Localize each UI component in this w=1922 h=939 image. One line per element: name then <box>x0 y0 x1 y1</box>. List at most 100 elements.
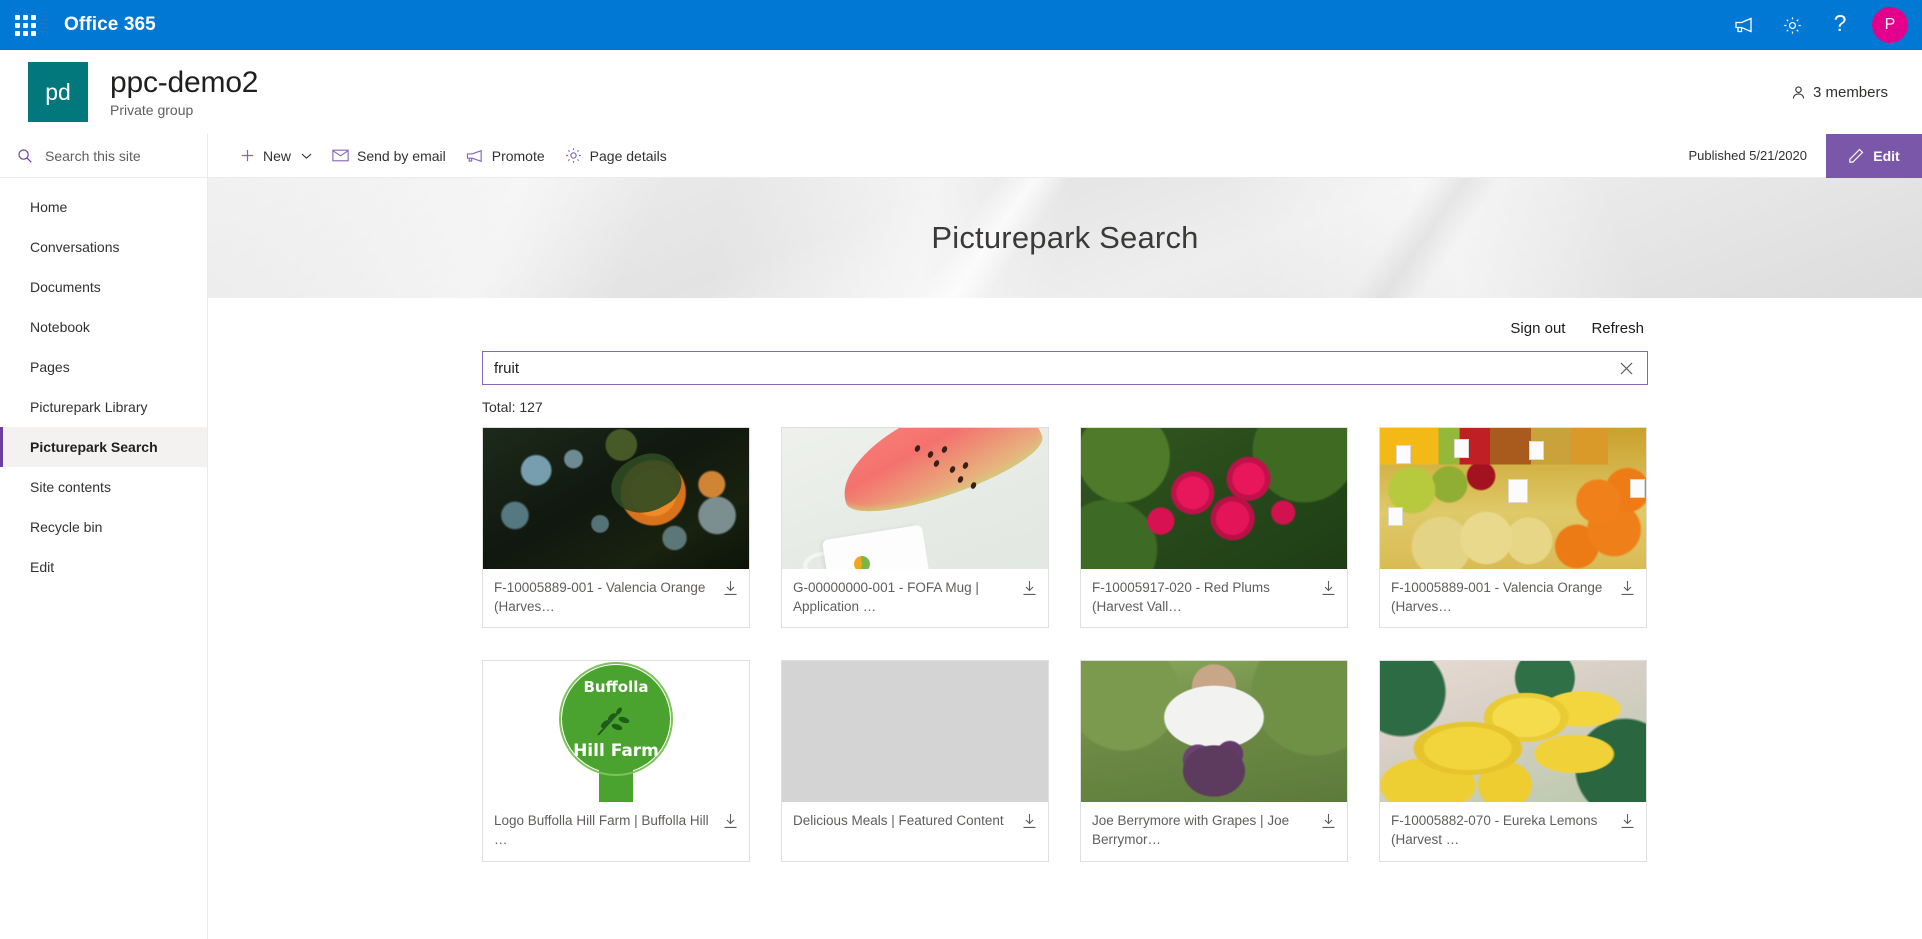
search-icon <box>18 148 32 163</box>
send-by-email-button[interactable]: Send by email <box>322 134 456 178</box>
download-icon[interactable] <box>723 813 740 831</box>
nav-label: Pages <box>30 359 70 375</box>
result-card[interactable]: Delicious Meals | Featured Content <box>781 660 1049 862</box>
result-caption-row: F-10005889-001 - Valencia Orange (Harves… <box>1380 569 1646 627</box>
result-thumbnail <box>483 428 749 569</box>
content-column: New Send by email Promote Page details P… <box>208 133 1922 939</box>
search-input[interactable] <box>482 351 1648 385</box>
nav-label: Edit <box>30 559 55 575</box>
result-caption-row: Joe Berrymore with Grapes | Joe Berrymor… <box>1081 802 1347 860</box>
webpart-toplinks: Sign out Refresh <box>482 320 1648 337</box>
hero-title: Picturepark Search <box>931 220 1199 255</box>
nav-label: Site contents <box>30 479 111 495</box>
sidebar-item-edit[interactable]: Edit <box>0 547 207 587</box>
sidebar-item-pages[interactable]: Pages <box>0 347 207 387</box>
result-caption-row: F-10005917-020 - Red Plums (Harvest Vall… <box>1081 569 1347 627</box>
help-icon[interactable]: ? <box>1816 0 1864 50</box>
suite-brand-label[interactable]: Office 365 <box>56 10 164 40</box>
page-title[interactable]: ppc-demo2 <box>110 66 258 100</box>
pencil-icon <box>1849 148 1864 163</box>
sidebar-item-home[interactable]: Home <box>0 187 207 227</box>
edit-label: Edit <box>1873 147 1900 164</box>
published-status: Published 5/21/2020 <box>1688 148 1807 163</box>
result-caption-row: G-00000000-001 - FOFA Mug | Application … <box>782 569 1048 627</box>
download-icon[interactable] <box>1321 813 1338 831</box>
result-thumbnail <box>782 428 1048 569</box>
left-navigation: Search this site Home Conversations Docu… <box>0 134 208 939</box>
refresh-link[interactable]: Refresh <box>1591 320 1644 337</box>
send-by-email-label: Send by email <box>357 147 446 164</box>
page-details-button[interactable]: Page details <box>555 134 677 178</box>
plus-icon <box>241 149 254 162</box>
office-suite-bar: Office 365 ? P <box>0 0 1922 50</box>
download-icon[interactable] <box>1321 580 1338 598</box>
nav-label: Documents <box>30 279 101 295</box>
sidebar-item-site-contents[interactable]: Site contents <box>0 467 207 507</box>
search-row <box>482 351 1648 385</box>
result-card[interactable]: F-10005889-001 - Valencia Orange (Harves… <box>482 427 750 629</box>
nav-item-list: Home Conversations Documents Notebook Pa… <box>0 178 207 587</box>
app-launcher-icon[interactable] <box>0 0 50 50</box>
command-bar-right: Published 5/21/2020 Edit <box>1688 133 1922 178</box>
site-search-input[interactable]: Search this site <box>0 134 207 178</box>
suite-bar-actions: ? P <box>1720 0 1922 50</box>
download-icon[interactable] <box>723 580 740 598</box>
new-button[interactable]: New <box>230 134 322 178</box>
sidebar-item-picturepark-library[interactable]: Picturepark Library <box>0 387 207 427</box>
gear-icon[interactable] <box>1768 0 1816 50</box>
sidebar-item-documents[interactable]: Documents <box>0 267 207 307</box>
result-card[interactable]: G-00000000-001 - FOFA Mug | Application … <box>781 427 1049 629</box>
site-search-placeholder: Search this site <box>45 147 141 164</box>
site-logo[interactable]: pd <box>28 62 88 122</box>
result-card[interactable]: Buffolla Hill Farm Logo Buffolla Hill Fa… <box>482 660 750 862</box>
mug-shape <box>822 524 934 569</box>
new-label: New <box>263 147 292 164</box>
avatar[interactable]: P <box>1872 7 1908 43</box>
results-total-label: Total: 127 <box>482 399 543 415</box>
result-caption-row: F-10005889-001 - Valencia Orange (Harves… <box>483 569 749 627</box>
download-icon[interactable] <box>1620 813 1637 831</box>
sign-out-link[interactable]: Sign out <box>1510 320 1565 337</box>
result-card[interactable]: F-10005889-001 - Valencia Orange (Harves… <box>1379 427 1647 629</box>
result-thumbnail <box>1081 428 1347 569</box>
nav-label: Recycle bin <box>30 519 103 535</box>
result-caption: F-10005889-001 - Valencia Orange (Harves… <box>1391 580 1603 614</box>
result-card[interactable]: Joe Berrymore with Grapes | Joe Berrymor… <box>1080 660 1348 862</box>
site-title-block: ppc-demo2 Private group <box>110 66 258 119</box>
result-thumbnail <box>1380 661 1646 803</box>
download-icon[interactable] <box>1022 813 1039 831</box>
result-caption: F-10005917-020 - Red Plums (Harvest Vall… <box>1092 580 1270 614</box>
person-icon <box>1792 85 1805 99</box>
result-caption-row: F-10005882-070 - Eureka Lemons (Harvest … <box>1380 802 1646 860</box>
result-caption: F-10005882-070 - Eureka Lemons (Harvest … <box>1391 813 1598 847</box>
gear-icon <box>565 148 581 163</box>
result-thumbnail: Buffolla Hill Farm <box>483 661 749 803</box>
edit-button[interactable]: Edit <box>1826 133 1922 178</box>
page-details-label: Page details <box>589 147 667 164</box>
nav-label: Picturepark Search <box>30 439 158 455</box>
result-thumbnail <box>1081 661 1347 803</box>
sidebar-item-conversations[interactable]: Conversations <box>0 227 207 267</box>
result-card[interactable]: F-10005882-070 - Eureka Lemons (Harvest … <box>1379 660 1647 862</box>
promote-button[interactable]: Promote <box>456 134 555 178</box>
mail-icon <box>332 149 349 162</box>
nav-label: Conversations <box>30 239 120 255</box>
webpart-inner: Sign out Refresh Total: 127 <box>482 298 1648 862</box>
sidebar-item-picturepark-search[interactable]: Picturepark Search <box>0 427 207 467</box>
result-caption-row: Delicious Meals | Featured Content <box>782 802 1048 860</box>
nav-label: Picturepark Library <box>30 399 148 415</box>
members-count-label: 3 members <box>1812 83 1888 101</box>
leaf-sprig-icon <box>597 707 630 736</box>
site-privacy-label: Private group <box>110 102 194 119</box>
result-card[interactable]: F-10005917-020 - Red Plums (Harvest Vall… <box>1080 427 1348 629</box>
download-icon[interactable] <box>1022 580 1039 598</box>
megaphone-icon[interactable] <box>1720 0 1768 50</box>
clear-search-icon[interactable] <box>1614 351 1638 385</box>
sidebar-item-notebook[interactable]: Notebook <box>0 307 207 347</box>
site-header: pd ppc-demo2 Private group 3 members <box>0 50 1922 134</box>
members-button[interactable]: 3 members <box>1783 78 1896 107</box>
download-icon[interactable] <box>1620 580 1637 598</box>
nav-label: Home <box>30 199 68 215</box>
melon-shape <box>827 428 1048 528</box>
sidebar-item-recycle-bin[interactable]: Recycle bin <box>0 507 207 547</box>
